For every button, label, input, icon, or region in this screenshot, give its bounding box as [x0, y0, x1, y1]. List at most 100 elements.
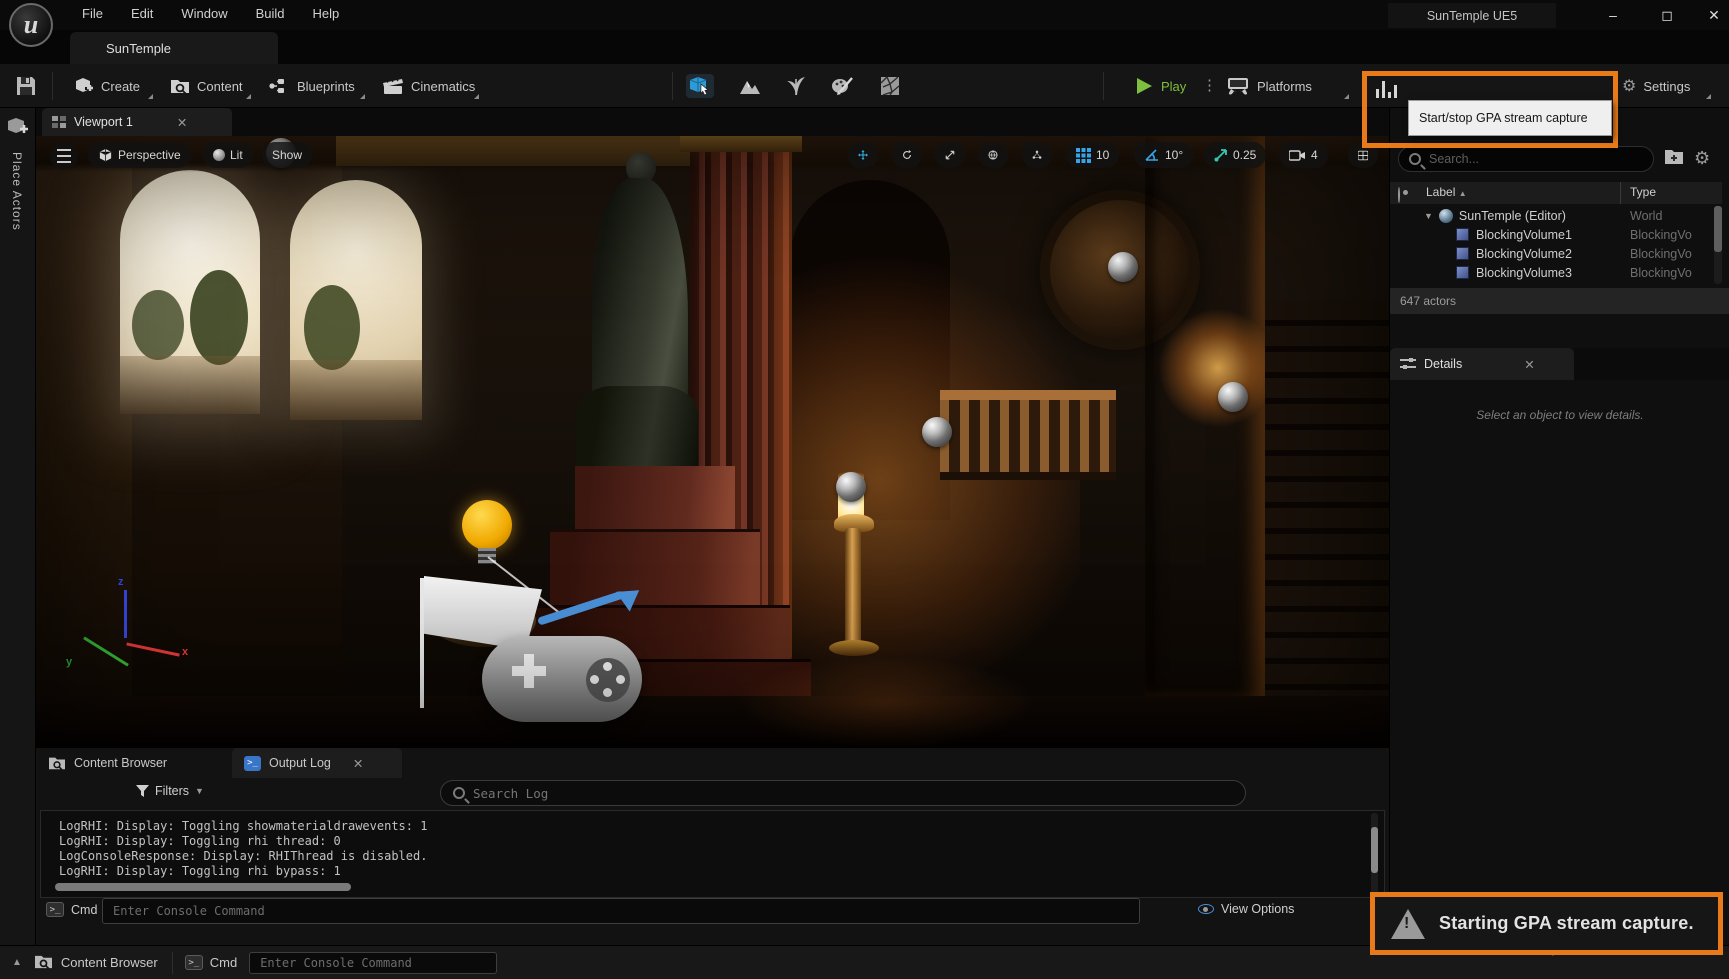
unreal-logo-icon[interactable]: u [9, 3, 53, 47]
outliner-search-field[interactable] [1398, 146, 1654, 172]
outliner-search-input[interactable] [1429, 152, 1653, 166]
outliner-row[interactable]: BlockingVolume1 BlockingVo [1390, 225, 1722, 244]
filter-funnel-icon [136, 785, 149, 797]
details-tab[interactable]: Details ✕ [1390, 348, 1574, 380]
scene-sphere-widget [922, 417, 952, 447]
search-log-field[interactable] [440, 780, 1246, 806]
details-close-icon[interactable]: ✕ [1524, 357, 1534, 372]
grid-snap-toggle[interactable]: 10 [1066, 142, 1119, 168]
output-log-tab[interactable]: >_ Output Log ✕ [232, 748, 402, 778]
content-browser-tab-label: Content Browser [74, 756, 167, 770]
rotation-snap-toggle[interactable]: 10° [1134, 142, 1193, 168]
new-folder-icon[interactable] [1664, 148, 1684, 170]
output-log-close-icon[interactable]: ✕ [353, 756, 363, 771]
scene-pedestal-mid [550, 532, 760, 612]
menu-build[interactable]: Build [242, 0, 299, 27]
filters-dropdown[interactable]: Filters ▼ [136, 784, 204, 798]
cinematics-label: Cinematics [411, 79, 475, 94]
foliage-mode-icon[interactable] [782, 74, 810, 98]
statusbar-content-browser[interactable]: Content Browser [61, 955, 158, 970]
blueprints-button[interactable]: Blueprints [264, 70, 359, 102]
outliner-row[interactable]: BlockingVolume3 BlockingVo [1390, 263, 1722, 282]
statusbar-console-input[interactable] [249, 952, 497, 974]
log-output-area[interactable]: LogRHI: Display: Toggling showmaterialdr… [40, 810, 1385, 898]
view-options-dropdown[interactable]: View Options [1198, 902, 1294, 916]
details-sliders-icon [1400, 357, 1416, 371]
lit-dropdown[interactable]: Lit [203, 142, 253, 168]
console-cmd-selector[interactable]: >_ Cmd [46, 902, 97, 917]
outliner-settings-gear-icon[interactable]: ⚙ [1694, 148, 1710, 169]
platforms-button[interactable]: Platforms [1222, 70, 1316, 102]
landscape-mode-icon[interactable] [736, 74, 764, 98]
outliner-row-world[interactable]: ▼ SunTemple (Editor) World [1390, 206, 1722, 225]
chevron-down-icon[interactable]: ▼ [1424, 211, 1433, 221]
scene-sphere-widget [1108, 252, 1138, 282]
create-button[interactable]: Create [70, 70, 144, 102]
statusbar-content-browser-icon [34, 953, 53, 973]
outliner-row[interactable]: BlockingVolume2 BlockingVo [1390, 244, 1722, 263]
scale-snap-value: 0.25 [1233, 148, 1256, 162]
statusbar-cmd-icon: >_ [185, 955, 203, 970]
content-folder-icon [170, 77, 190, 95]
outliner-row-type: BlockingVo [1630, 228, 1708, 242]
grid-snap-icon [1076, 148, 1091, 163]
select-mode-icon[interactable] [686, 74, 714, 98]
world-coordinate-icon[interactable] [978, 142, 1008, 168]
play-button[interactable]: Play [1130, 70, 1190, 102]
log-vertical-scrollbar[interactable] [1371, 827, 1378, 873]
fracture-mode-icon[interactable] [876, 74, 904, 98]
cmd-terminal-icon: >_ [46, 902, 64, 917]
translate-tool-icon[interactable] [848, 142, 878, 168]
menu-file[interactable]: File [68, 0, 117, 27]
content-button[interactable]: Content [166, 70, 247, 102]
mesh-paint-mode-icon[interactable] [828, 74, 856, 98]
play-options-kebab-icon[interactable]: ⋮ [1202, 76, 1217, 94]
perspective-dropdown[interactable]: Perspective [88, 142, 191, 168]
expand-content-drawer-icon[interactable]: ▲ [12, 957, 22, 968]
details-empty-message: Select an object to view details. [1390, 408, 1729, 422]
visibility-column-eye-icon[interactable] [1398, 187, 1400, 203]
viewport-menu-icon[interactable] [50, 142, 78, 170]
scene-torch-glow [1158, 308, 1278, 428]
console-command-input[interactable] [102, 898, 1140, 924]
viewport-3d-scene[interactable]: y x z [36, 136, 1389, 748]
label-column-header[interactable]: Label ▲ [1426, 185, 1467, 199]
maximize-button[interactable]: ◻ [1652, 2, 1682, 28]
cmd-label: Cmd [71, 903, 97, 917]
menu-help[interactable]: Help [299, 0, 354, 27]
play-icon [1134, 76, 1154, 96]
menu-window[interactable]: Window [167, 0, 241, 27]
angle-snap-icon [1144, 148, 1160, 162]
outliner-scrollbar[interactable] [1714, 206, 1722, 252]
viewport-tab-close-icon[interactable]: ✕ [177, 115, 187, 130]
platforms-gamepad-icon [1226, 77, 1250, 95]
viewport-tab-label: Viewport 1 [74, 115, 133, 129]
surface-snap-icon[interactable] [1022, 142, 1052, 168]
menu-edit[interactable]: Edit [117, 0, 167, 27]
save-icon[interactable] [14, 74, 38, 103]
blueprints-label: Blueprints [297, 79, 355, 94]
search-log-input[interactable] [473, 786, 1233, 801]
scale-snap-toggle[interactable]: 0.25 [1204, 142, 1266, 168]
tab-project-suntemple[interactable]: SunTemple [70, 32, 278, 64]
outliner-panel: ⚙ Label ▲ Type ▼ SunTemple (Editor) Worl… [1389, 108, 1729, 945]
place-actors-icon[interactable] [6, 116, 30, 143]
bottom-dock-panel: Content Browser >_ Output Log ✕ Filters … [36, 748, 1389, 945]
show-dropdown[interactable]: Show [262, 142, 312, 168]
camera-speed-value: 4 [1311, 148, 1318, 162]
close-button[interactable]: ✕ [1699, 2, 1729, 28]
settings-button[interactable]: ⚙ Settings [1618, 70, 1694, 102]
viewport-tab[interactable]: Viewport 1 ✕ [42, 108, 232, 136]
minimize-button[interactable]: – [1598, 2, 1628, 28]
place-actors-tab[interactable]: Place Actors [10, 152, 24, 231]
type-column-header[interactable]: Type [1630, 185, 1656, 199]
search-icon [1409, 153, 1421, 165]
scene-light-bulb-gizmo [462, 500, 512, 550]
content-browser-tab[interactable]: Content Browser [36, 748, 179, 778]
log-horizontal-scrollbar[interactable] [55, 883, 351, 891]
rotate-tool-icon[interactable] [892, 142, 922, 168]
scale-tool-icon[interactable] [935, 142, 965, 168]
camera-speed-toggle[interactable]: 4 [1279, 142, 1328, 168]
statusbar-cmd-label: Cmd [210, 955, 237, 970]
cinematics-button[interactable]: Cinematics [378, 70, 479, 102]
